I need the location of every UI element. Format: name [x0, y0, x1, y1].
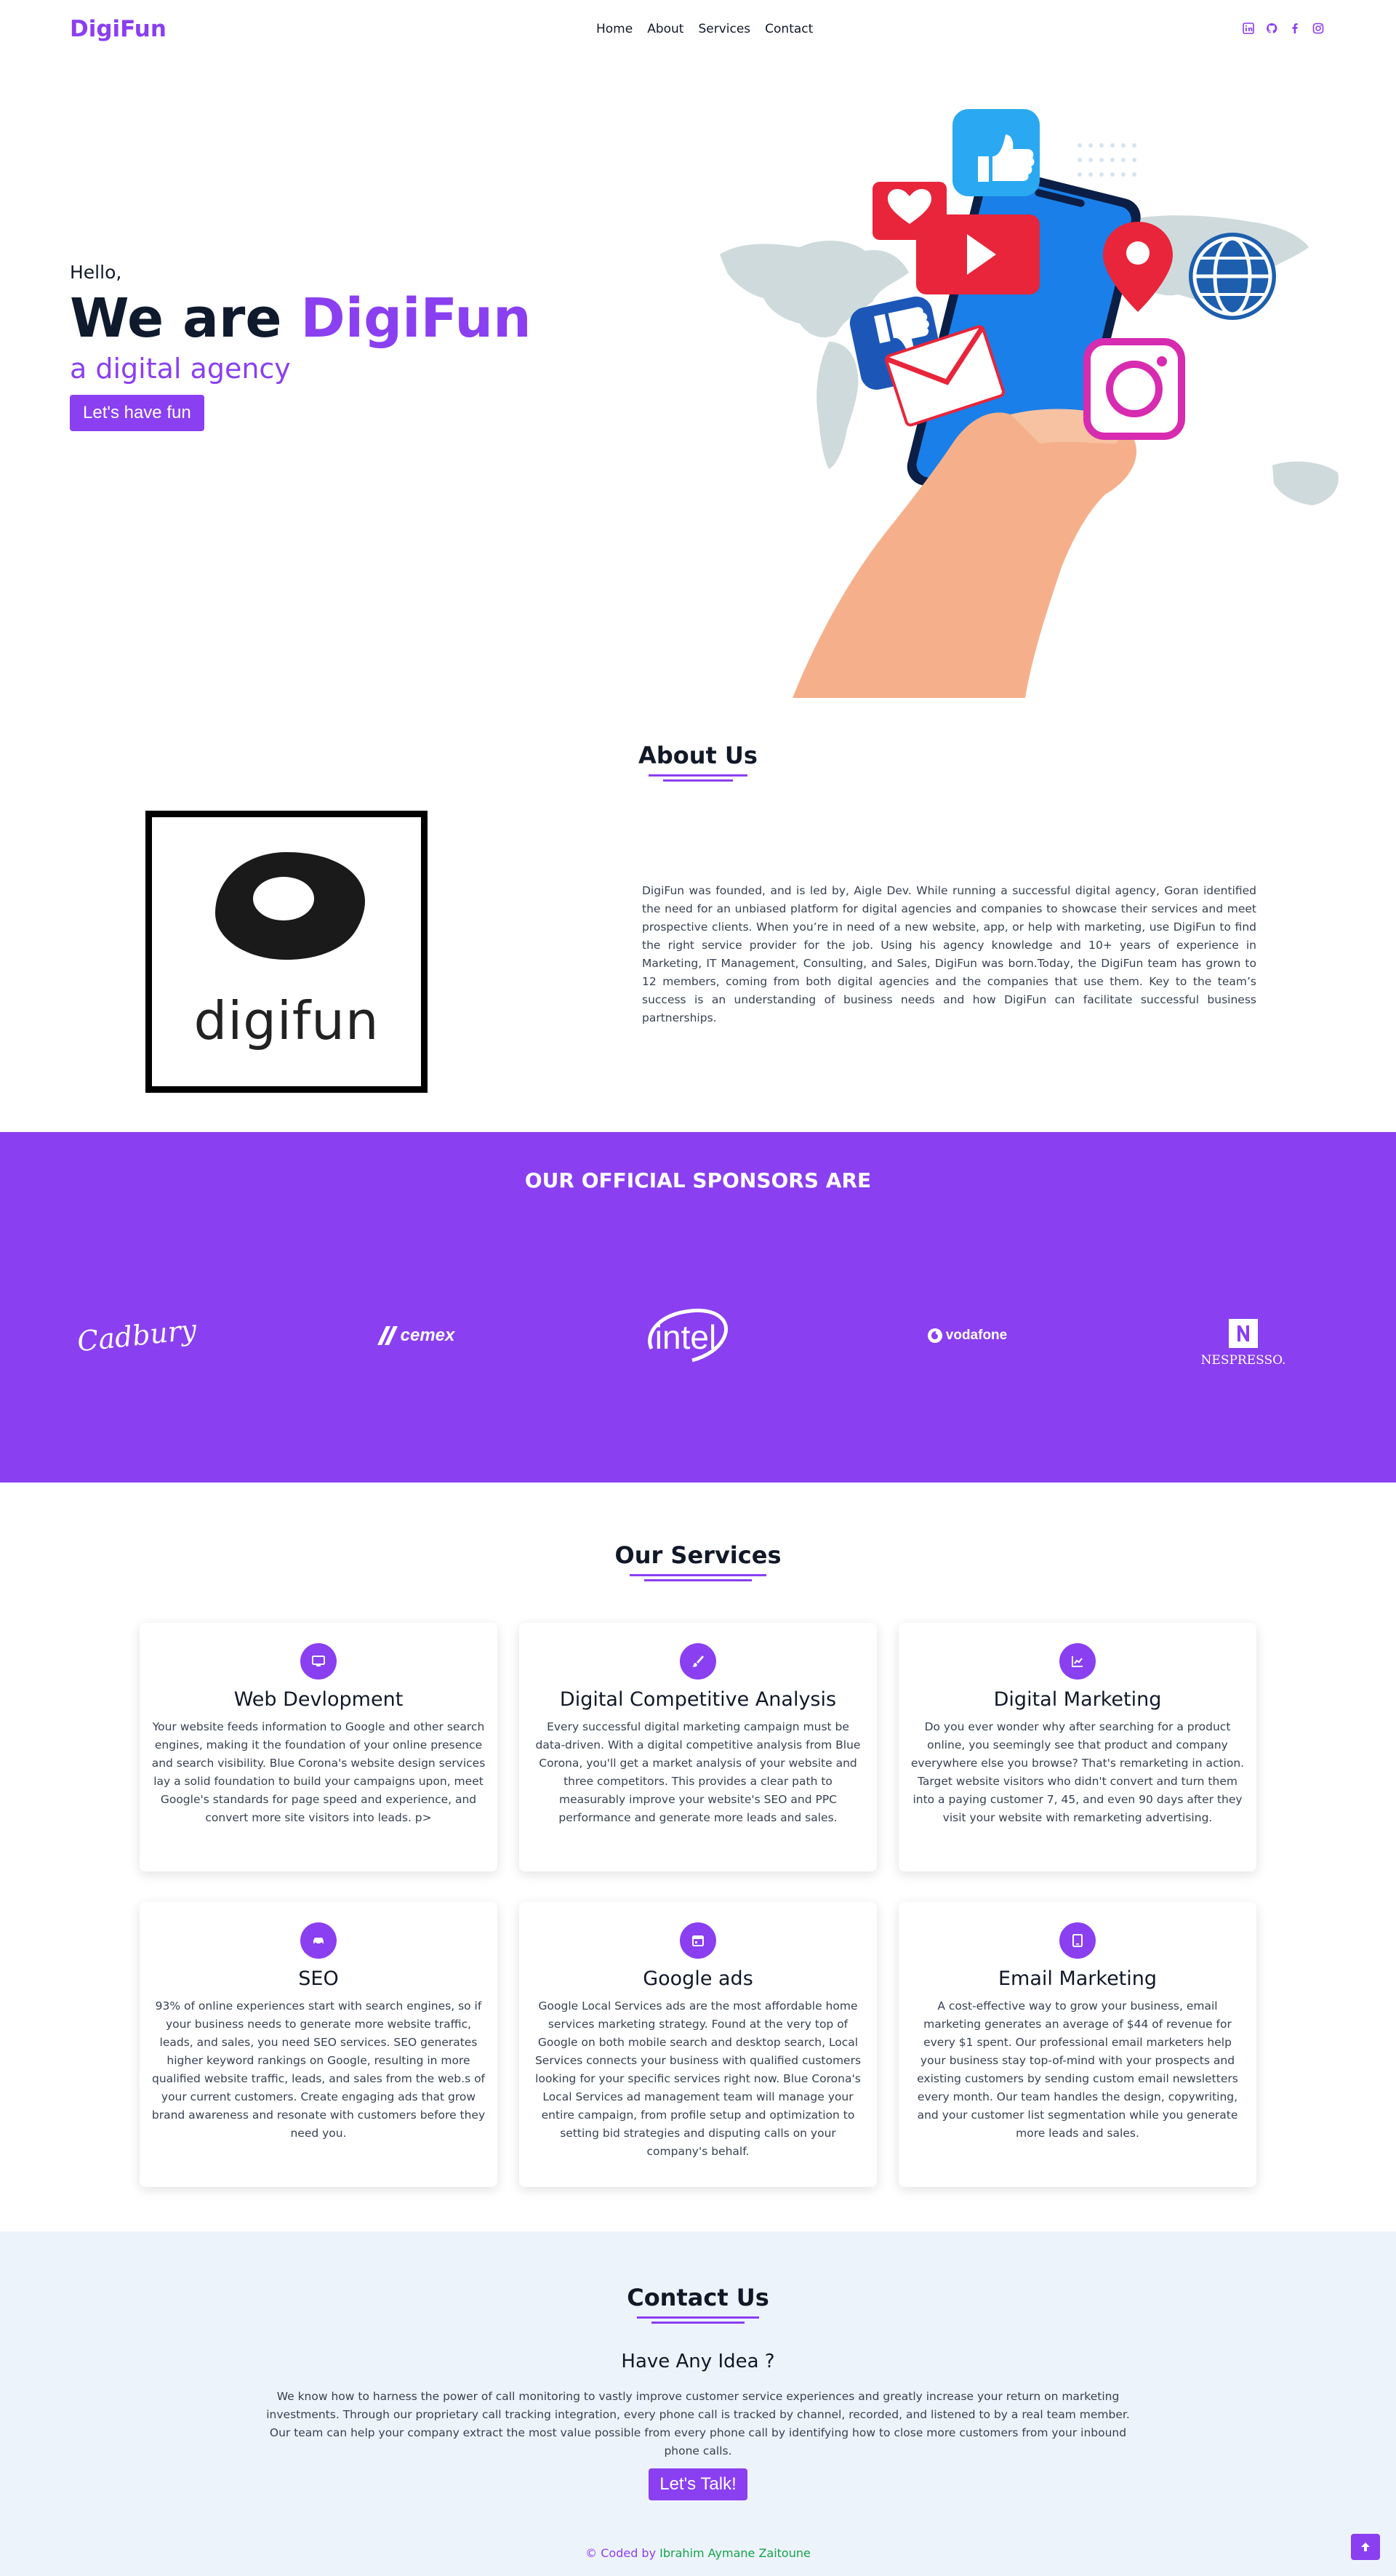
- hero-illustration: [720, 109, 1339, 698]
- sponsor-logo-nespresso: NESPRESSO.: [1196, 1314, 1291, 1372]
- hero-text: Hello, We are DigiFun a digital agency L…: [70, 262, 531, 431]
- cemex-stripes-icon: [377, 1326, 398, 1345]
- sponsor-name-vodafone: vodafone: [945, 1328, 1008, 1343]
- sponsor-logo-vodafone: vodafone: [916, 1321, 1018, 1350]
- lets-have-fun-button[interactable]: Let's have fun: [70, 395, 204, 431]
- hero-title: We are DigiFun: [70, 287, 531, 350]
- sponsor-logo-intel: intel: [638, 1304, 733, 1368]
- contact-section: Contact Us Have Any Idea ? We know how t…: [0, 2231, 1396, 2576]
- navbar: DigiFun Home About Services Contact: [0, 0, 1396, 58]
- hero-subtitle: a digital agency: [70, 353, 291, 385]
- github-icon[interactable]: [1265, 22, 1278, 35]
- sponsor-logo-cemex: cemex: [364, 1317, 465, 1354]
- play-video-icon: [916, 214, 1040, 294]
- linkedin-icon[interactable]: [1242, 22, 1255, 35]
- nav-link-contact[interactable]: Contact: [765, 22, 813, 36]
- nav-link-about[interactable]: About: [647, 22, 683, 36]
- sponsor-name-cadbury: Cadbury: [75, 1313, 198, 1358]
- service-card-web-development[interactable]: Web Devlopment Your website feeds inform…: [140, 1623, 497, 1871]
- social-links: [1242, 22, 1325, 35]
- nespresso-emblem-icon: [1229, 1319, 1258, 1348]
- digifun-logo-text: digifun: [193, 990, 380, 1051]
- instagram-logo-icon: [1083, 338, 1185, 440]
- vodafone-speechmark-icon: [927, 1328, 942, 1343]
- calendar-icon: [680, 1922, 716, 1959]
- sponsor-name-nespresso: NESPRESSO.: [1200, 1353, 1286, 1368]
- hero-title-prefix: We are: [70, 287, 301, 350]
- service-card-seo[interactable]: SEO 93% of online experiences start with…: [140, 1902, 497, 2187]
- service-description: Do you ever wonder why after searching f…: [910, 1720, 1245, 1824]
- brand-logo[interactable]: DigiFun: [70, 16, 167, 42]
- tablet-icon: [1059, 1922, 1096, 1959]
- monitor-icon: [300, 1643, 337, 1680]
- digifun-logo-image: digifun: [145, 811, 428, 1093]
- globe-icon: [1189, 233, 1276, 320]
- lets-talk-button[interactable]: Let's Talk!: [649, 2468, 747, 2500]
- service-description: 93% of online experiences start with sea…: [151, 1999, 486, 2140]
- service-title: SEO: [298, 1967, 339, 1990]
- sponsor-logo-cadbury: Cadbury: [76, 1314, 198, 1358]
- instagram-icon[interactable]: [1312, 22, 1325, 35]
- footer-author-link[interactable]: Ibrahim Aymane Zaitoune: [659, 2546, 811, 2560]
- sponsor-name-intel: intel: [654, 1318, 717, 1356]
- services-title-underline: [630, 1574, 766, 1581]
- sponsor-name-cemex: cemex: [400, 1325, 455, 1345]
- service-description: Your website feeds information to Google…: [151, 1720, 486, 1824]
- service-title: Email Marketing: [998, 1967, 1158, 1990]
- dots-pattern-decoration: [1078, 143, 1136, 177]
- contact-title: Contact Us: [627, 2284, 769, 2311]
- service-title: Digital Marketing: [993, 1688, 1162, 1711]
- service-description: Google Local Services ads are the most a…: [534, 1999, 862, 2158]
- chart-icon: [1059, 1643, 1096, 1680]
- service-card-digital-marketing[interactable]: Digital Marketing Do you ever wonder why…: [899, 1623, 1256, 1871]
- contact-title-underline: [637, 2316, 759, 2324]
- service-title: Digital Competitive Analysis: [559, 1688, 837, 1711]
- footer-prefix: © Coded by: [585, 2546, 660, 2560]
- services-title: Our Services: [614, 1541, 782, 1569]
- service-description: Every successful digital marketing campa…: [535, 1720, 861, 1824]
- about-description: DigiFun was founded, and is led by, Aigl…: [642, 884, 1256, 1024]
- sponsors-title: OUR OFFICIAL SPONSORS ARE: [524, 1168, 872, 1192]
- nav-link-services[interactable]: Services: [698, 22, 750, 36]
- arrow-up-icon: [1361, 2543, 1370, 2551]
- back-to-top-button[interactable]: [1351, 2534, 1380, 2560]
- car-icon: [300, 1922, 337, 1959]
- nav-links: Home About Services Contact: [596, 22, 813, 36]
- service-title: Google ads: [643, 1967, 753, 1990]
- service-description: A cost-effective way to grow your busine…: [917, 1999, 1238, 2140]
- thumbs-up-icon: [952, 109, 1040, 196]
- nav-link-home[interactable]: Home: [596, 22, 633, 36]
- service-card-google-ads[interactable]: Google ads Google Local Services ads are…: [519, 1902, 877, 2187]
- sponsors-section: OUR OFFICIAL SPONSORS ARE Cadbury cemex …: [0, 1132, 1396, 1482]
- footer-credit: © Coded by Ibrahim Aymane Zaitoune: [0, 2546, 1396, 2560]
- hero-greeting: Hello,: [70, 262, 122, 283]
- service-title: Web Devlopment: [233, 1688, 404, 1711]
- facebook-icon[interactable]: [1288, 22, 1301, 35]
- service-card-email-marketing[interactable]: Email Marketing A cost-effective way to …: [899, 1902, 1256, 2187]
- service-card-competitive-analysis[interactable]: Digital Competitive Analysis Every succe…: [519, 1623, 877, 1871]
- about-title: About Us: [638, 742, 758, 769]
- contact-subtitle: Have Any Idea ?: [621, 2351, 775, 2372]
- brush-icon: [680, 1643, 716, 1680]
- hero-title-highlight: DigiFun: [300, 287, 531, 350]
- hand-illustration: [793, 412, 1137, 698]
- contact-description: We know how to harness the power of call…: [266, 2390, 1130, 2457]
- about-title-underline: [649, 774, 747, 782]
